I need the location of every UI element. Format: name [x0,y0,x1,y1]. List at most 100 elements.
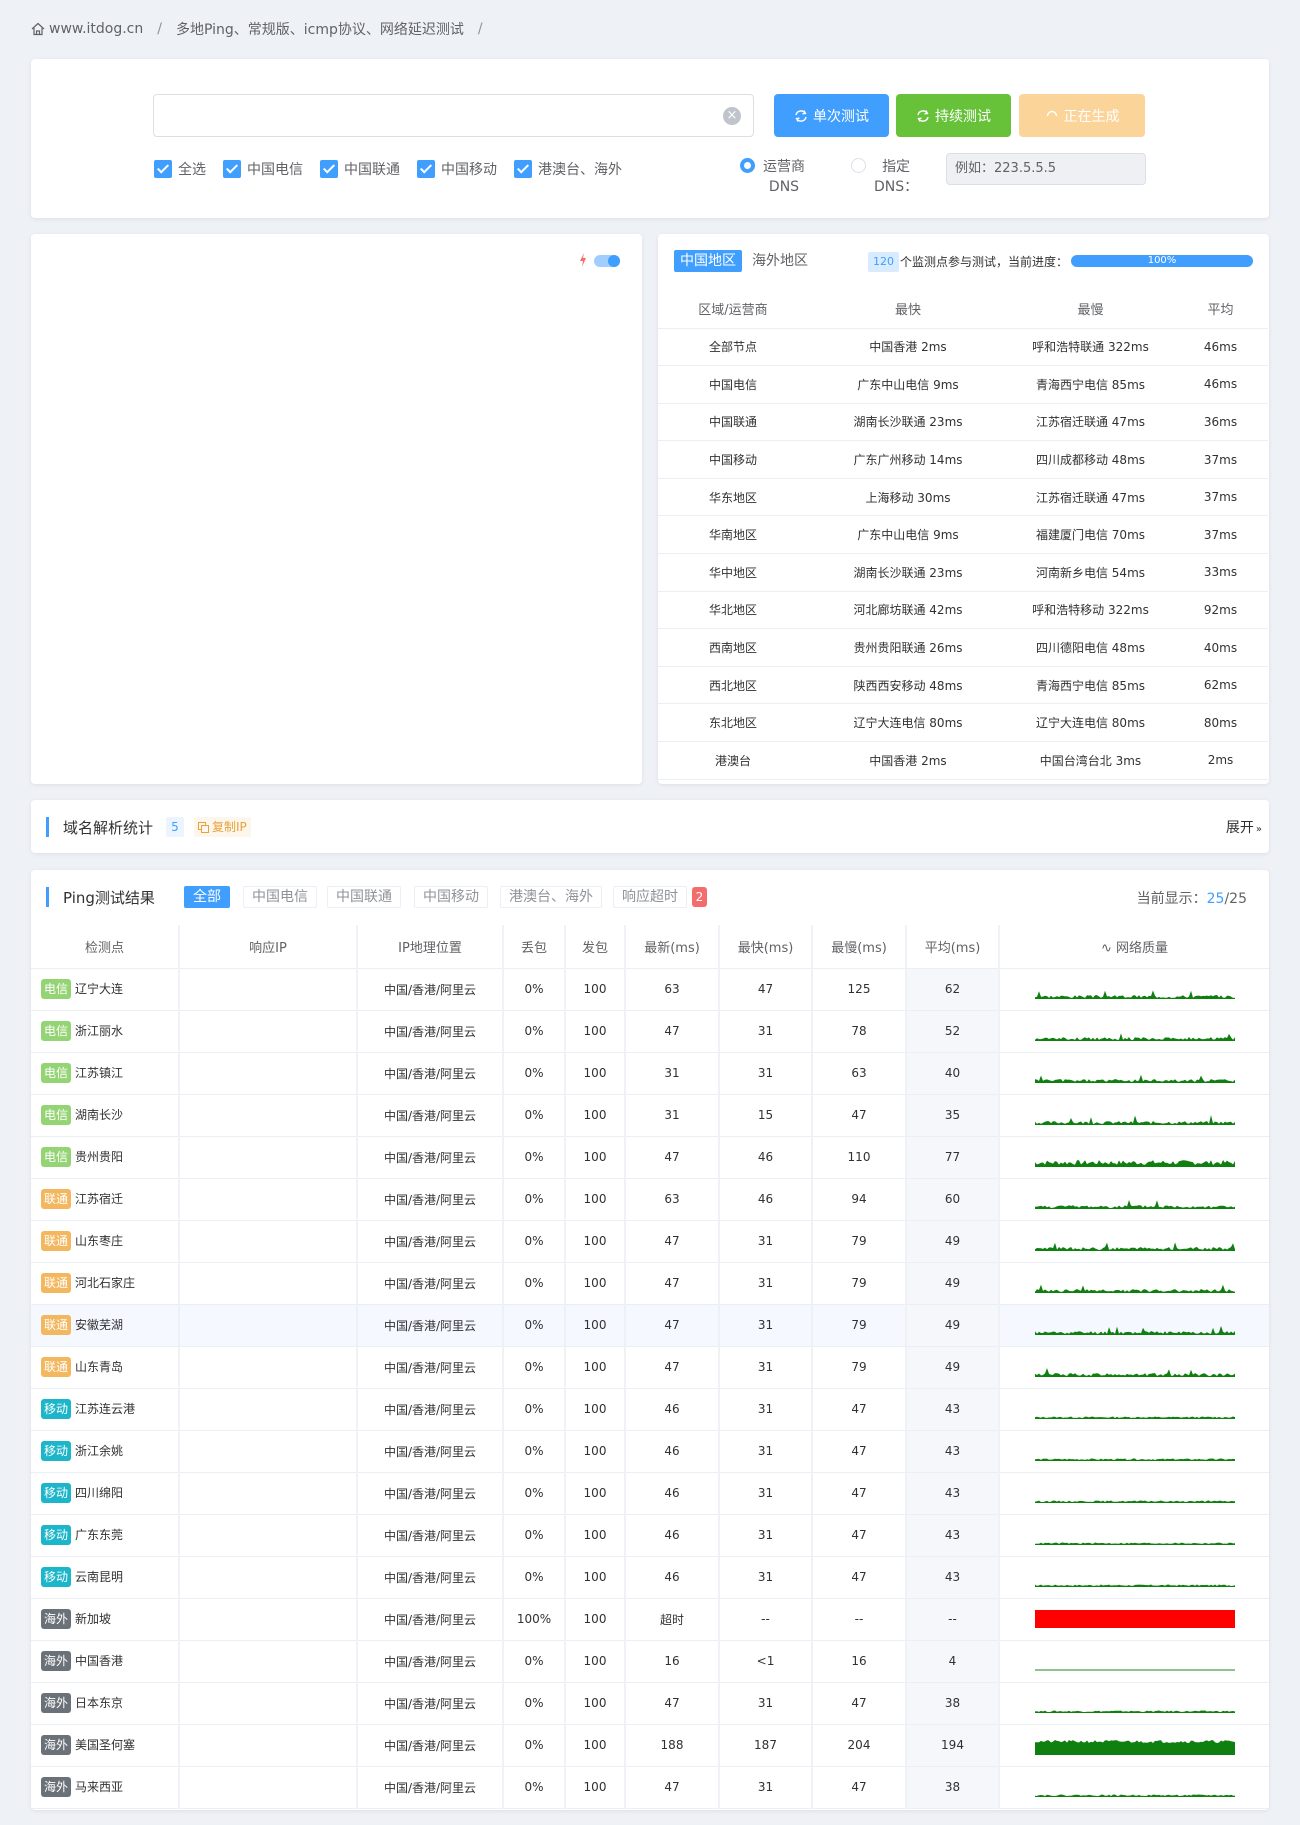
column-header: 平均(ms) [906,925,1000,969]
table-row[interactable]: 电信 江苏镇江 中国/香港/阿里云 0% 100 31 31 63 40 [31,1052,1269,1095]
min-cell: 46 [719,1178,813,1221]
isp-tag: 电信 [41,1147,72,1167]
min-cell: 187 [719,1724,813,1767]
breadcrumb: www.itdog.cn / 多地Ping、常规版、icmp协议、网络延迟测试 … [31,18,497,40]
column-header-label: 最快(ms) [737,940,794,956]
search-panel [31,59,1269,218]
loss-cell: 0% [503,1010,566,1053]
expand-button[interactable]: 展开» [1226,817,1262,837]
checkbox-telecom[interactable]: 中国电信 [223,160,303,178]
table-row[interactable]: 电信 浙江丽水 中国/香港/阿里云 0% 100 47 31 78 52 [31,1010,1269,1053]
checkbox-unicom[interactable]: 中国联通 [320,160,400,178]
total-count: 25 [1229,891,1247,907]
breadcrumb-site-link[interactable]: www.itdog.cn [49,21,143,37]
stats-cell: 陕西西安移动 48ms [808,666,1008,705]
stats-row: 华东地区 上海移动 30ms 江苏宿迁联通 47ms 37ms [658,478,1268,517]
table-row[interactable]: 移动 四川绵阳 中国/香港/阿里云 0% 100 46 31 47 43 [31,1472,1269,1515]
tab-china[interactable]: 中国地区 [674,250,742,272]
stats-cell: 呼和浩特移动 322ms [1008,591,1173,630]
quality-cell [999,1178,1269,1221]
checkbox-label: 港澳台、海外 [538,162,622,178]
sent-cell: 100 [565,1346,626,1389]
table-row[interactable]: 海外 中国香港 中国/香港/阿里云 0% 100 16 <1 16 4 [31,1640,1269,1683]
table-row[interactable]: 电信 贵州贵阳 中国/香港/阿里云 0% 100 47 46 110 77 [31,1136,1269,1179]
checkbox-icon [514,160,532,178]
checkbox-mobile[interactable]: 中国移动 [417,160,497,178]
tab-overseas[interactable]: 海外地区 [752,250,808,272]
checkbox-overseas[interactable]: 港澳台、海外 [514,160,622,178]
filter-mobile[interactable]: 中国移动 [414,886,488,908]
dns-input[interactable]: 例如：223.5.5.5 [946,153,1146,185]
filter-timeout[interactable]: 响应超时 [613,886,687,908]
isp-tag: 联通 [41,1231,72,1251]
loss-cell: 0% [503,1430,566,1473]
stats-cell: 中国联通 [658,403,808,442]
stats-cell: 青海西宁电信 85ms [1008,666,1173,705]
single-test-button[interactable]: 单次测试 [774,94,889,137]
network-quality-sparkline [1034,1200,1235,1209]
table-row[interactable]: 联通 河北石家庄 中国/香港/阿里云 0% 100 47 31 79 49 [31,1262,1269,1305]
filter-unicom[interactable]: 中国联通 [327,886,401,908]
generating-button[interactable]: 正在生成 [1019,94,1145,137]
radio-custom-dns[interactable]: 指定 DNS： [851,157,918,197]
map-panel [31,234,642,784]
table-row[interactable]: 联通 江苏宿迁 中国/香港/阿里云 0% 100 63 46 94 60 [31,1178,1269,1221]
loc-cell: 中国/香港/阿里云 [357,1388,504,1431]
sent-cell: 100 [565,1598,626,1641]
node-cell: 电信 辽宁大连 [31,968,180,1011]
toggle-knob [608,255,620,267]
sent-cell: 100 [565,1724,626,1767]
checkbox-select-all[interactable]: 全选 [154,160,206,178]
map-toggle-switch[interactable] [594,255,620,267]
table-row[interactable]: 海外 马来西亚 中国/香港/阿里云 0% 100 47 31 47 38 [31,1766,1269,1809]
max-cell: -- [812,1598,907,1641]
stats-row: 港澳台 中国香港 2ms 中国台湾台北 3ms 2ms [658,741,1268,780]
checkbox-label: 中国电信 [247,162,303,178]
lightning-icon [580,253,586,267]
last-cell: 46 [625,1472,720,1515]
filter-telecom[interactable]: 中国电信 [243,886,317,908]
node-cell: 移动 浙江余姚 [31,1430,180,1473]
last-cell: 31 [625,1052,720,1095]
target-host-input[interactable]: × [153,94,754,137]
checkbox-icon [154,160,172,178]
loc-cell: 中国/香港/阿里云 [357,1136,504,1179]
table-row[interactable]: 移动 江苏连云港 中国/香港/阿里云 0% 100 46 31 47 43 [31,1388,1269,1431]
close-circle-icon[interactable]: × [723,107,741,125]
ip-cell [179,1178,358,1221]
loc-cell: 中国/香港/阿里云 [357,1178,504,1221]
node-name: 贵州贵阳 [75,1150,124,1164]
section-accent [46,817,49,837]
radio-isp-dns[interactable]: 运营商 DNS [740,157,805,197]
table-row[interactable]: 电信 湖南长沙 中国/香港/阿里云 0% 100 31 15 47 35 [31,1094,1269,1137]
table-row[interactable]: 海外 新加坡 中国/香港/阿里云 100% 100 超时 -- -- -- [31,1598,1269,1641]
section-accent [46,887,49,907]
node-name: 浙江余姚 [75,1444,124,1458]
table-row[interactable]: 电信 辽宁大连 中国/香港/阿里云 0% 100 63 47 125 62 [31,968,1269,1011]
loss-cell: 0% [503,1766,566,1809]
refresh-icon [917,109,929,122]
table-row[interactable]: 联通 安徽芜湖 中国/香港/阿里云 0% 100 47 31 79 49 [31,1304,1269,1347]
table-row[interactable]: 联通 山东枣庄 中国/香港/阿里云 0% 100 47 31 79 49 [31,1220,1269,1263]
filter-overseas[interactable]: 港澳台、海外 [500,886,602,908]
table-row[interactable]: 联通 山东青岛 中国/香港/阿里云 0% 100 47 31 79 49 [31,1346,1269,1389]
table-row[interactable]: 移动 广东东莞 中国/香港/阿里云 0% 100 46 31 47 43 [31,1514,1269,1557]
stats-cell: 上海移动 30ms [808,478,1008,517]
last-cell: 188 [625,1724,720,1767]
table-row[interactable]: 移动 云南昆明 中国/香港/阿里云 0% 100 46 31 47 43 [31,1556,1269,1599]
quality-cell [999,1514,1269,1557]
continuous-test-button[interactable]: 持续测试 [896,94,1011,137]
stats-table: 区域/运营商 最快 最慢 平均 全部节点 中国香港 2ms 呼和浩特联通 322ms… [658,290,1268,780]
checkbox-icon [320,160,338,178]
filter-all[interactable]: 全部 [184,886,230,908]
table-row[interactable]: 海外 日本东京 中国/香港/阿里云 0% 100 47 31 47 38 [31,1682,1269,1725]
table-row[interactable]: 海外 美国圣何塞 中国/香港/阿里云 0% 100 188 187 204 194 [31,1724,1269,1767]
loc-cell: 中国/香港/阿里云 [357,968,504,1011]
loc-cell: 中国/香港/阿里云 [357,1052,504,1095]
ip-cell [179,1640,358,1683]
quality-cell [999,1094,1269,1137]
table-row[interactable]: 移动 浙江余姚 中国/香港/阿里云 0% 100 46 31 47 43 [31,1430,1269,1473]
network-quality-sparkline [1034,1500,1235,1503]
copy-ip-button[interactable]: 复制IP [194,817,251,837]
last-cell: 63 [625,1178,720,1221]
